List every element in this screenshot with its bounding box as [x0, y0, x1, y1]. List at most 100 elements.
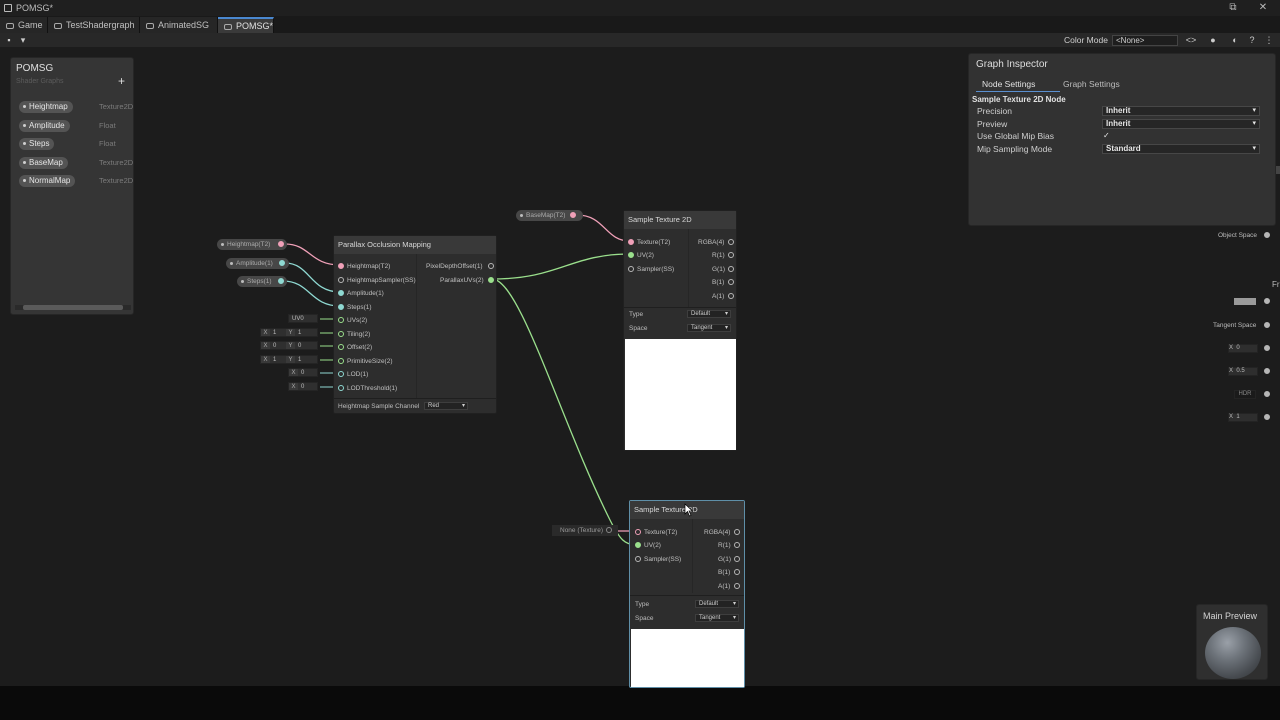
hdr-color-field[interactable]: HDR — [1234, 390, 1256, 399]
port-lod[interactable] — [338, 371, 344, 377]
add-property-button[interactable]: + — [118, 74, 125, 88]
port-rgba[interactable] — [728, 239, 734, 245]
port-steps[interactable] — [338, 304, 344, 310]
port-pixel-depth-offset[interactable] — [488, 263, 494, 269]
tab-node-settings[interactable]: Node Settings — [982, 79, 1035, 89]
port-label: Sampler(SS) — [644, 556, 682, 563]
edge-parallax-uv-2[interactable] — [491, 278, 638, 546]
graph-inspector-panel[interactable]: Graph Inspector Node Settings Graph Sett… — [968, 53, 1276, 226]
edge-node-fragment — [1276, 166, 1280, 174]
basemap-chip-port[interactable] — [570, 212, 576, 218]
port-a[interactable] — [734, 583, 740, 589]
port-sampler[interactable] — [628, 266, 634, 272]
edge-float-input-0[interactable]: X 0 — [1228, 344, 1258, 353]
preview-select[interactable]: Inherit — [1102, 119, 1260, 129]
node-title[interactable]: Sample Texture 2D — [624, 211, 736, 229]
object-space-port[interactable] — [1264, 232, 1270, 238]
port-a[interactable] — [728, 293, 734, 299]
preview-sphere[interactable] — [1205, 627, 1261, 679]
edge-heightmap[interactable] — [284, 243, 341, 266]
offset-input[interactable]: X0Y0 — [260, 341, 318, 350]
port-heightmap-sampler[interactable] — [338, 277, 344, 283]
port-label: Tiling(2) — [347, 331, 371, 338]
port-label: UVs(2) — [347, 317, 368, 324]
space-select[interactable]: Tangent — [687, 324, 731, 332]
port-b[interactable] — [728, 279, 734, 285]
port-parallax-uvs[interactable] — [488, 277, 494, 283]
float-port[interactable] — [1264, 368, 1270, 374]
mip-sampling-mode-select[interactable]: Standard — [1102, 144, 1260, 154]
port-texture[interactable] — [628, 239, 634, 245]
port-heightmap[interactable] — [338, 263, 344, 269]
color-port[interactable] — [1264, 298, 1270, 304]
node-divider — [630, 595, 744, 596]
parallax-occlusion-mapping-node[interactable]: Parallax Occlusion Mapping Heightmap(T2)… — [333, 235, 497, 414]
port-offset[interactable] — [338, 344, 344, 350]
mouse-cursor-icon — [684, 503, 694, 517]
tangent-space-label[interactable]: Tangent Space — [1213, 322, 1256, 329]
tiling-input[interactable]: X1Y1 — [260, 328, 318, 337]
port-texture[interactable] — [635, 529, 641, 535]
port-primitive-size[interactable] — [338, 358, 344, 364]
port-label: A(1) — [718, 583, 731, 590]
port-label: Sampler(SS) — [637, 266, 675, 273]
edge-parallax-uv-1[interactable] — [491, 253, 631, 280]
color-swatch[interactable] — [1234, 298, 1256, 305]
edge-float-input-05[interactable]: X 0.5 — [1228, 367, 1258, 376]
port-g[interactable] — [734, 556, 740, 562]
port-label: B(1) — [718, 569, 731, 576]
space-select[interactable]: Tangent — [695, 614, 739, 622]
float-port[interactable] — [1264, 414, 1270, 420]
hdr-port[interactable] — [1264, 391, 1270, 397]
port-sampler[interactable] — [635, 556, 641, 562]
edge-amplitude[interactable] — [284, 262, 341, 293]
scrollbar-thumb[interactable] — [23, 305, 123, 310]
node-divider — [624, 307, 736, 308]
main-preview-panel[interactable]: Main Preview — [1196, 604, 1268, 680]
port-lod-threshold[interactable] — [338, 385, 344, 391]
heightmap-chip-port[interactable] — [278, 241, 284, 247]
float-port[interactable] — [1264, 345, 1270, 351]
port-uv[interactable] — [628, 252, 634, 258]
heightmap-channel-select[interactable]: Red — [424, 402, 468, 410]
port-label: Texture(T2) — [637, 239, 671, 246]
port-b[interactable] — [734, 569, 740, 575]
port-tiling[interactable] — [338, 331, 344, 337]
edge-float-input-1[interactable]: X 1 — [1228, 413, 1258, 422]
port-label: R(1) — [718, 542, 731, 549]
tab-graph-settings[interactable]: Graph Settings — [1063, 79, 1120, 89]
port-r[interactable] — [728, 252, 734, 258]
space-label: Space — [629, 325, 648, 332]
sample-texture-2d-node[interactable]: Sample Texture 2D Texture(T2) UV(2) Samp… — [623, 210, 737, 451]
global-mip-bias-checkbox[interactable]: ✓ — [1103, 131, 1110, 140]
global-mip-bias-label: Use Global Mip Bias — [977, 131, 1055, 141]
blackboard-scrollbar[interactable] — [15, 305, 131, 310]
tangent-space-port[interactable] — [1264, 322, 1270, 328]
lod-input[interactable]: X0 — [288, 368, 318, 377]
port-g[interactable] — [728, 266, 734, 272]
node-divider — [692, 519, 693, 593]
sample-texture-2d-node-selected[interactable]: Sample Texture 2D Texture(T2) UV(2) Samp… — [629, 500, 745, 688]
blackboard-subtitle: Shader Graphs — [16, 78, 64, 85]
port-uv[interactable] — [635, 542, 641, 548]
lod-threshold-input[interactable]: X0 — [288, 382, 318, 391]
port-label: PixelDepthOffset(1) — [426, 263, 483, 270]
port-rgba[interactable] — [734, 529, 740, 535]
port-r[interactable] — [734, 542, 740, 548]
heightmap-property-chip[interactable]: Heightmap(T2) — [217, 239, 287, 250]
type-select[interactable]: Default — [695, 600, 739, 608]
object-space-label[interactable]: Object Space — [1218, 232, 1257, 239]
edge-steps[interactable] — [282, 280, 341, 307]
uv-channel-select[interactable]: UV0 — [288, 314, 318, 323]
blackboard-panel[interactable]: POMSG Shader Graphs + Heightmap Texture2… — [10, 57, 134, 315]
port-uvs[interactable] — [338, 317, 344, 323]
steps-chip-port[interactable] — [278, 278, 284, 284]
node-title[interactable]: Parallax Occlusion Mapping — [334, 236, 496, 254]
port-amplitude[interactable] — [338, 290, 344, 296]
precision-select[interactable]: Inherit — [1102, 106, 1260, 116]
primitive-size-input[interactable]: X1Y1 — [260, 355, 318, 364]
none-texture-port[interactable] — [606, 527, 612, 533]
type-select[interactable]: Default — [687, 310, 731, 318]
port-label: A(1) — [712, 293, 725, 300]
amplitude-chip-port[interactable] — [279, 260, 285, 266]
